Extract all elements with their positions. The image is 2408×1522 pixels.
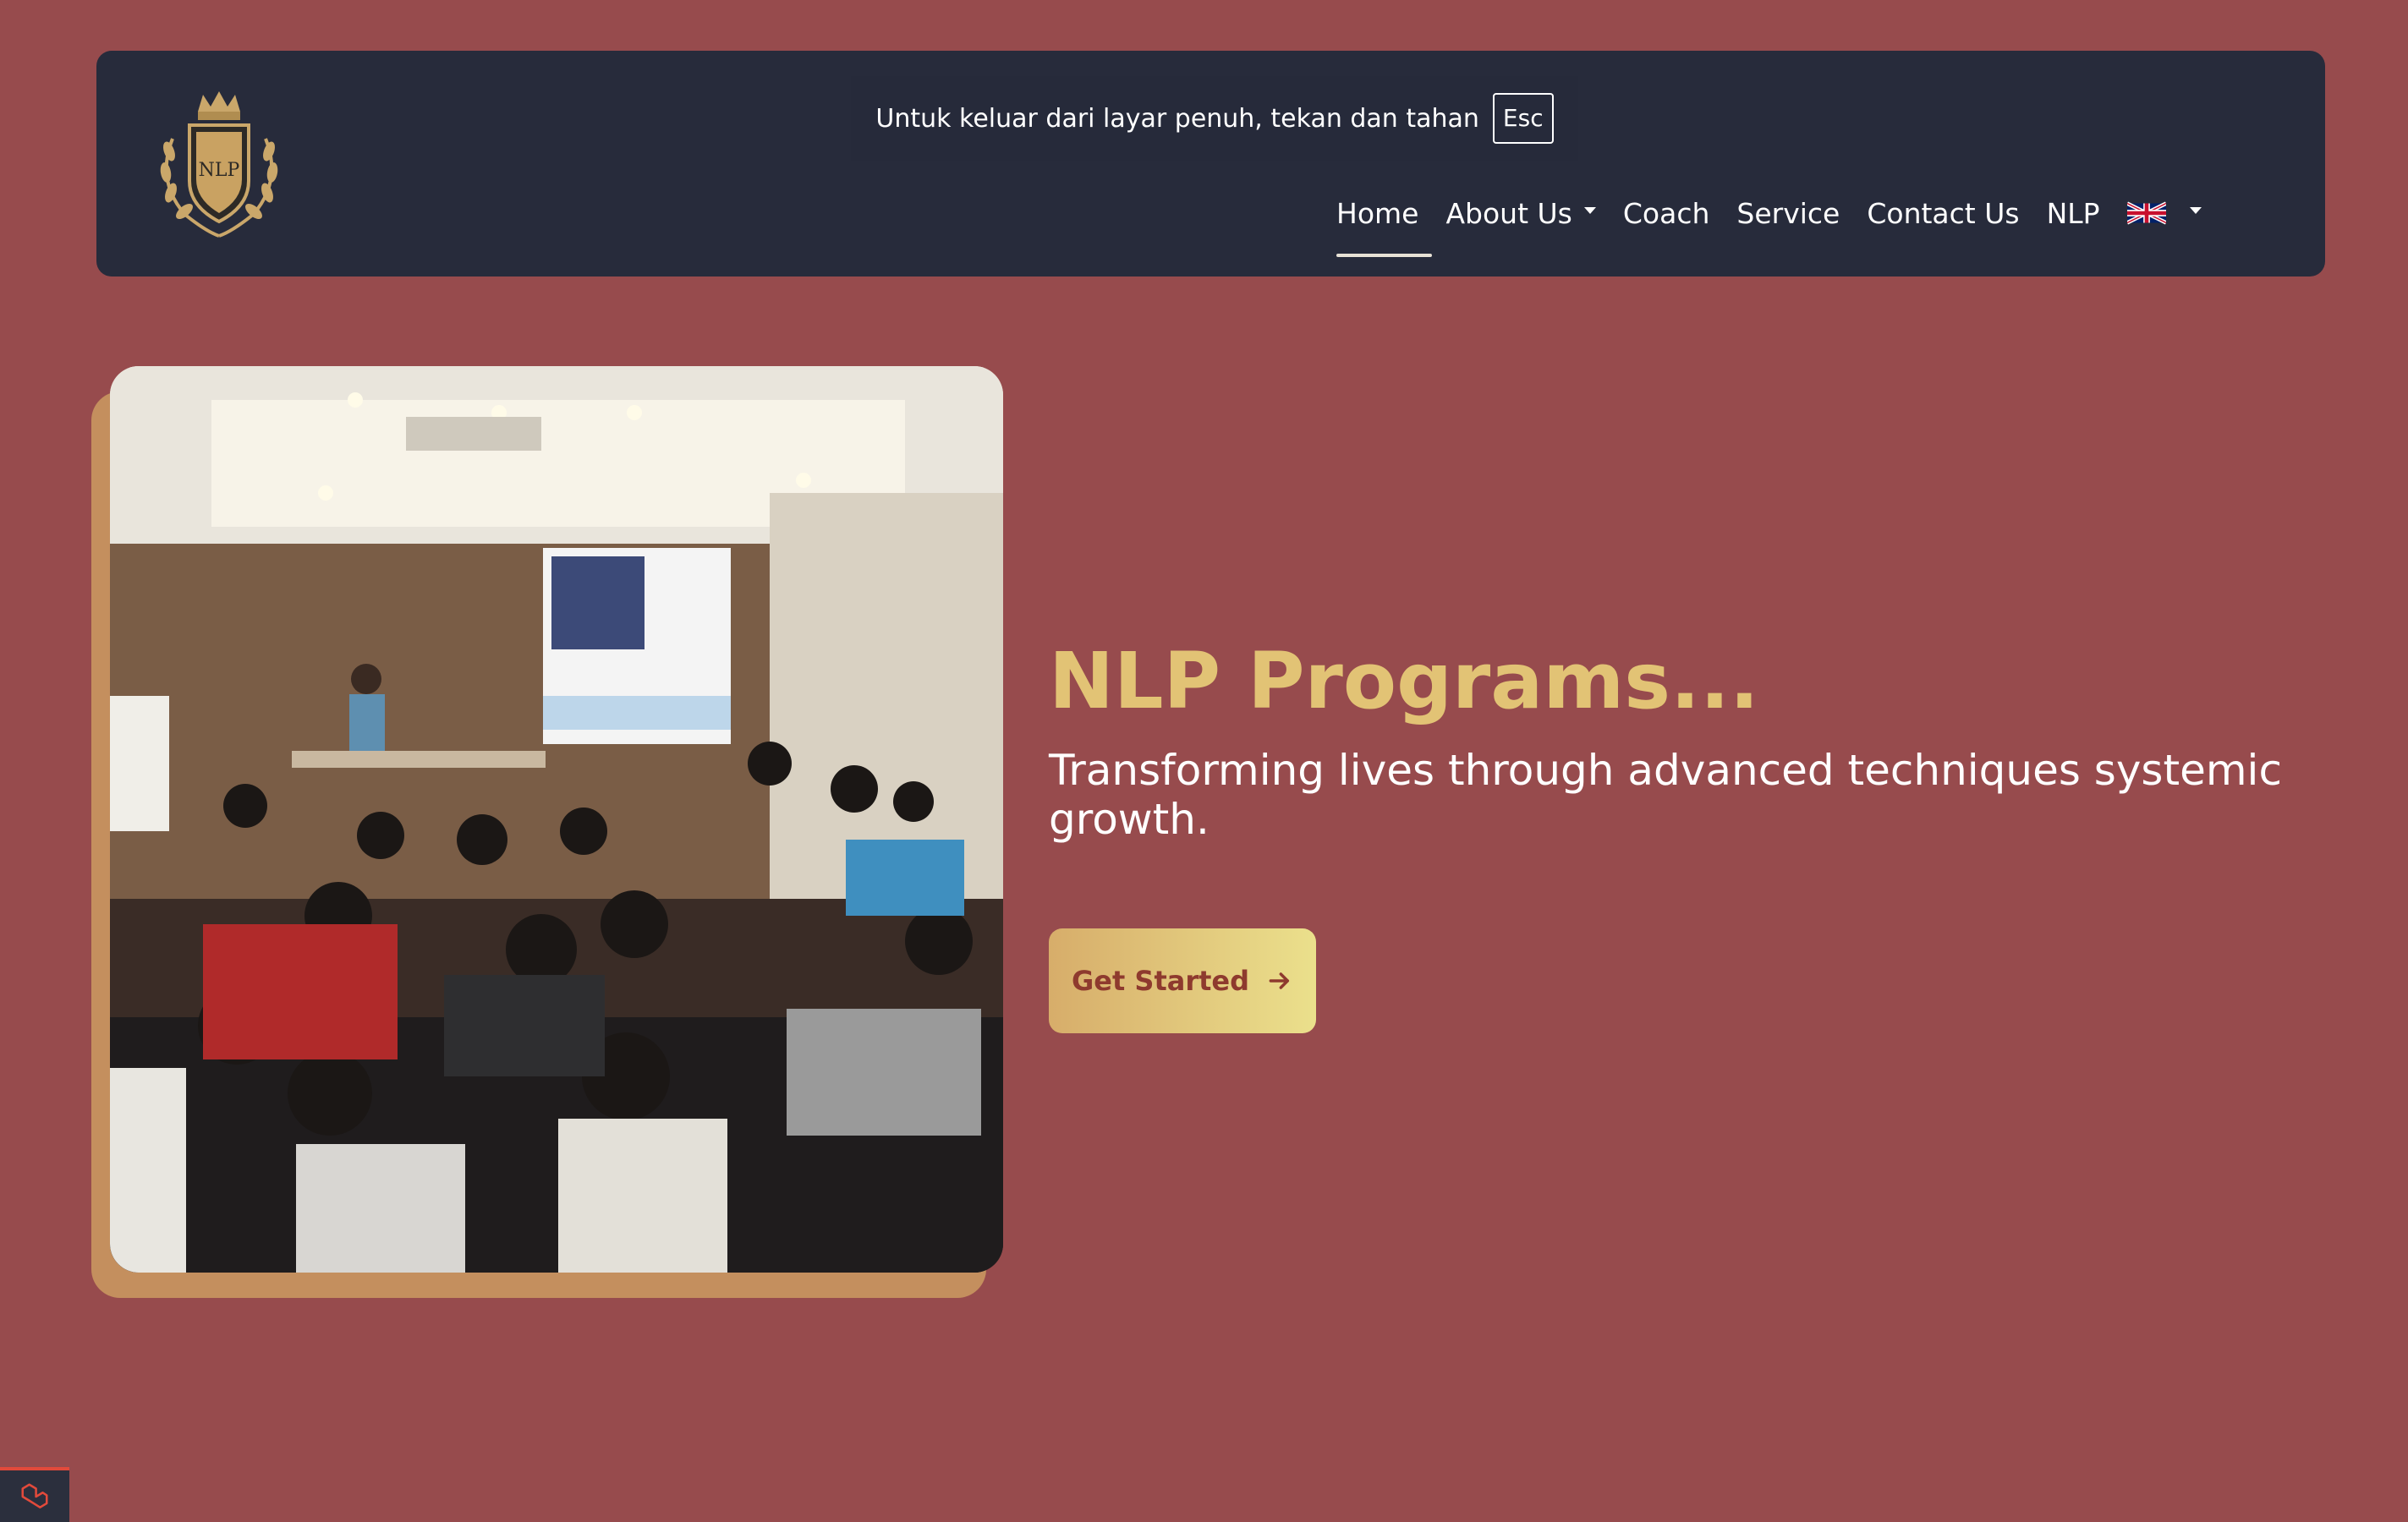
get-started-button[interactable]: Get Started: [1049, 928, 1316, 1033]
caret-down-icon: [2189, 207, 2202, 214]
nav-item-home[interactable]: Home: [1323, 152, 1433, 274]
hero-title: NLP Programs...: [1049, 636, 1759, 726]
laravel-icon: [21, 1482, 48, 1508]
nav-item-nlp[interactable]: NLP: [2033, 152, 2114, 274]
nav-links: Home About Us Coach Service Contact Us N…: [1323, 152, 2215, 274]
fullscreen-exit-notice: Untuk keluar dari layar penuh, tekan dan…: [851, 76, 1578, 161]
fullscreen-notice-text: Untuk keluar dari layar penuh, tekan dan…: [875, 103, 1479, 134]
nav-item-label: Coach: [1622, 196, 1710, 230]
uk-flag-icon: [2126, 201, 2166, 225]
nav-item-about-us[interactable]: About Us: [1432, 152, 1609, 274]
nav-item-coach[interactable]: Coach: [1610, 152, 1724, 274]
nav-item-service[interactable]: Service: [1723, 152, 1853, 274]
seminar-photo-illustration: [110, 366, 1003, 1273]
nlp-logo[interactable]: NLP: [147, 88, 291, 240]
arrow-right-icon: [1269, 972, 1290, 989]
caret-down-icon: [1583, 207, 1596, 214]
nav-item-label: Home: [1336, 196, 1419, 230]
get-started-label: Get Started: [1071, 965, 1250, 997]
nav-item-label: Contact Us: [1867, 196, 2020, 230]
language-dropdown[interactable]: [2114, 152, 2215, 274]
nav-item-label: About Us: [1445, 196, 1572, 230]
hero-image: [110, 366, 1003, 1273]
nav-item-label: NLP: [2046, 196, 2100, 230]
svg-text:NLP: NLP: [199, 160, 240, 181]
nav-item-contact-us[interactable]: Contact Us: [1853, 152, 2032, 274]
nav-item-label: Service: [1736, 196, 1840, 230]
laravel-debug-badge[interactable]: [0, 1467, 69, 1522]
esc-key-badge: Esc: [1492, 93, 1554, 144]
hero-subtitle: Transforming lives through advanced tech…: [1049, 746, 2282, 844]
